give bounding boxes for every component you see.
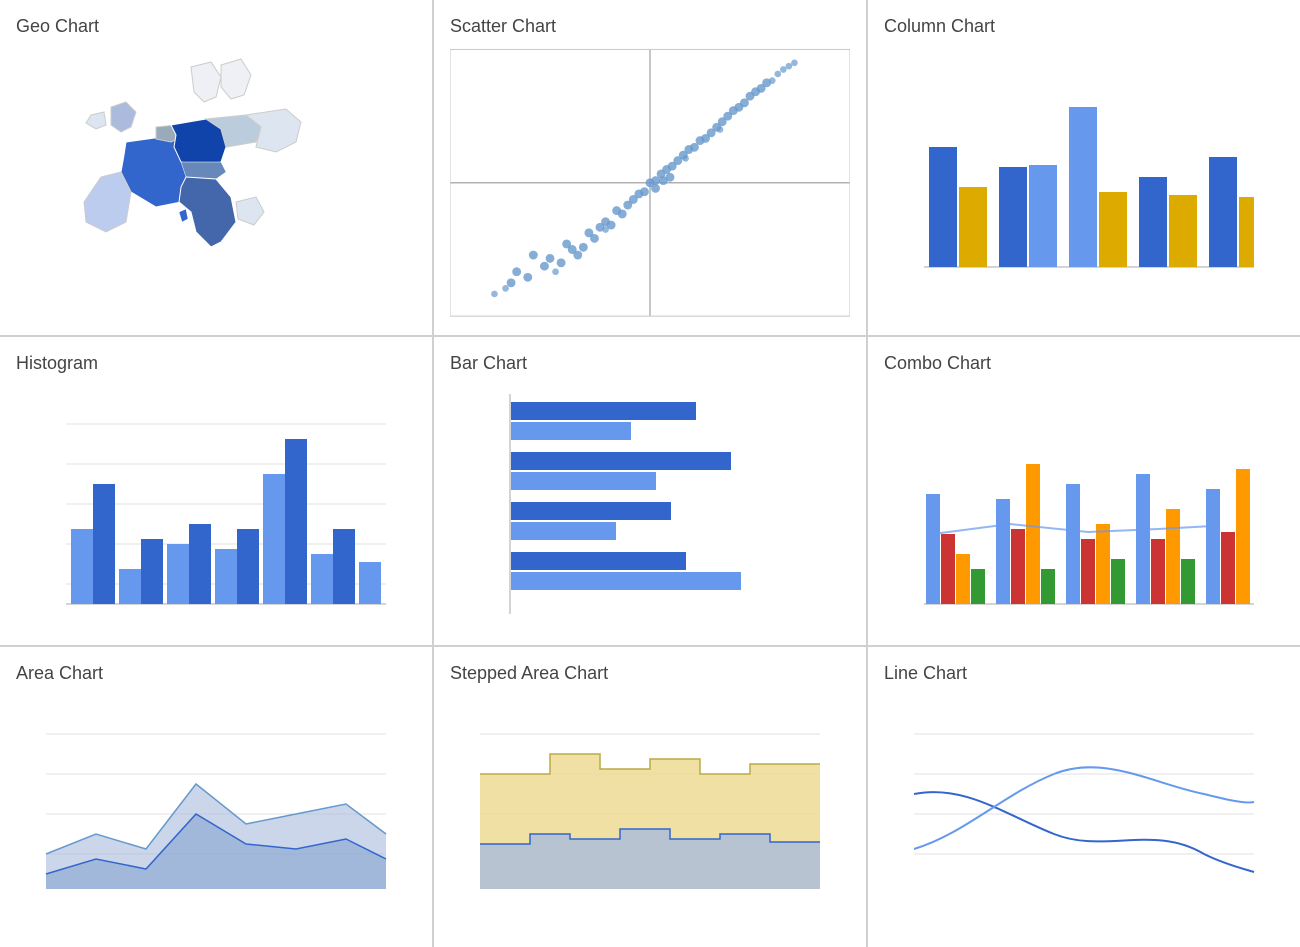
bar-chart-card[interactable]: Bar Chart <box>434 337 866 645</box>
combo-chart-title: Combo Chart <box>884 353 1284 374</box>
column-chart-svg <box>884 47 1284 287</box>
line-chart-area <box>884 694 1284 931</box>
scatter-chart-title: Scatter Chart <box>450 16 850 37</box>
column-chart-title: Column Chart <box>884 16 1284 37</box>
stepped-area-chart-area <box>450 694 850 931</box>
area-chart-svg <box>16 694 416 894</box>
combo-chart-card[interactable]: Combo Chart <box>868 337 1300 645</box>
geo-chart-card[interactable]: Geo Chart <box>0 0 432 335</box>
histogram-chart-area <box>16 384 416 629</box>
line-chart-title: Line Chart <box>884 663 1284 684</box>
stepped-area-chart-title: Stepped Area Chart <box>450 663 850 684</box>
combo-chart-svg <box>884 384 1284 624</box>
chart-grid: Geo Chart <box>0 0 1300 947</box>
combo-chart-area <box>884 384 1284 629</box>
scatter-chart-card[interactable]: Scatter Chart <box>434 0 866 335</box>
area-chart-card[interactable]: Area Chart <box>0 647 432 947</box>
area-chart-area <box>16 694 416 931</box>
stepped-area-svg <box>450 694 850 894</box>
stepped-area-chart-card[interactable]: Stepped Area Chart <box>434 647 866 947</box>
line-chart-svg <box>884 694 1284 894</box>
bar-chart-title: Bar Chart <box>450 353 850 374</box>
histogram-svg <box>16 384 416 624</box>
column-chart-area <box>884 47 1284 319</box>
bar-chart-area <box>450 384 850 629</box>
histogram-card[interactable]: Histogram <box>0 337 432 645</box>
area-chart-title: Area Chart <box>16 663 416 684</box>
geo-chart-area <box>16 47 416 319</box>
scatter-chart-svg <box>450 47 850 319</box>
bar-chart-svg <box>450 384 850 624</box>
geo-chart-svg <box>16 47 416 287</box>
line-chart-card[interactable]: Line Chart <box>868 647 1300 947</box>
geo-chart-title: Geo Chart <box>16 16 416 37</box>
column-chart-card[interactable]: Column Chart <box>868 0 1300 335</box>
scatter-chart-area <box>450 47 850 319</box>
histogram-title: Histogram <box>16 353 416 374</box>
